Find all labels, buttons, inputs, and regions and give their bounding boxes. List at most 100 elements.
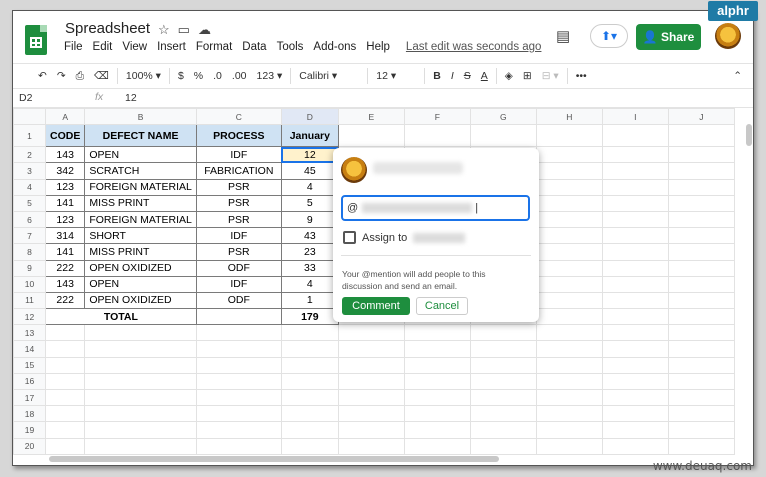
row-header[interactable]: 13 <box>13 324 46 342</box>
cell[interactable] <box>601 308 669 326</box>
cell-defect-name[interactable]: FOREIGN MATERIAL <box>84 210 197 229</box>
cell[interactable] <box>601 275 669 293</box>
cell-code[interactable]: 143 <box>44 146 86 164</box>
fill-color-icon[interactable]: ◈ <box>500 70 518 82</box>
cell[interactable] <box>195 388 282 407</box>
cell[interactable] <box>195 372 282 391</box>
cell-defect-name[interactable]: OPEN <box>84 275 197 293</box>
more-formats-select[interactable]: 123 ▾ <box>252 70 288 82</box>
cell[interactable] <box>84 437 197 455</box>
vertical-scrollbar[interactable] <box>746 124 752 146</box>
cell-defect-name[interactable]: MISS PRINT <box>84 243 197 261</box>
cell[interactable] <box>535 324 603 342</box>
cell[interactable] <box>667 162 735 180</box>
cell[interactable] <box>84 405 197 423</box>
cell[interactable] <box>535 405 603 423</box>
cloud-status-icon[interactable]: ☁ <box>198 22 211 38</box>
cell[interactable] <box>535 372 603 391</box>
menu-file[interactable]: File <box>64 41 83 53</box>
cell-code[interactable]: 123 <box>44 178 86 196</box>
more-options-icon[interactable]: ••• <box>571 70 592 82</box>
row-header[interactable]: 1 <box>13 124 46 148</box>
cell[interactable] <box>601 340 669 358</box>
cell-defect-name[interactable]: SCRATCH <box>84 162 197 180</box>
menu-data[interactable]: Data <box>242 41 266 53</box>
cell[interactable] <box>535 437 603 455</box>
cell[interactable] <box>403 421 471 439</box>
assign-option[interactable]: Assign to <box>343 231 466 244</box>
cell[interactable] <box>535 210 603 229</box>
collapse-toolbar-icon[interactable]: ⌃ <box>728 70 747 82</box>
cell[interactable] <box>195 437 282 455</box>
row-header[interactable]: 6 <box>13 210 46 229</box>
cell[interactable] <box>84 324 197 342</box>
cell-january[interactable]: 43 <box>280 227 339 245</box>
cell[interactable] <box>469 356 537 374</box>
cell[interactable] <box>667 275 735 293</box>
cell[interactable] <box>44 437 86 455</box>
redo-icon[interactable]: ↷ <box>52 70 71 82</box>
header-cell-code[interactable]: CODE <box>44 124 86 148</box>
cell-defect-name[interactable]: SHORT <box>84 227 197 245</box>
cell-process[interactable]: FABRICATION <box>195 162 282 180</box>
cell-process[interactable]: PSR <box>195 194 282 212</box>
undo-icon[interactable]: ↶ <box>33 70 52 82</box>
assign-checkbox[interactable] <box>343 231 356 244</box>
cell[interactable] <box>535 340 603 358</box>
italic-button[interactable]: I <box>446 70 459 82</box>
header-cell-defect-name[interactable]: DEFECT NAME <box>84 124 197 148</box>
cell[interactable] <box>667 259 735 277</box>
cell[interactable] <box>601 124 669 148</box>
cell-january[interactable]: 5 <box>280 194 339 212</box>
cell[interactable] <box>535 227 603 245</box>
cell[interactable] <box>280 356 339 374</box>
row-header[interactable]: 10 <box>13 275 46 293</box>
cell[interactable] <box>601 259 669 277</box>
cell[interactable] <box>601 421 669 439</box>
cell[interactable] <box>44 340 86 358</box>
cell[interactable] <box>535 291 603 310</box>
menu-help[interactable]: Help <box>366 41 390 53</box>
cell[interactable] <box>195 308 282 326</box>
print-icon[interactable]: ⎙ <box>71 70 89 83</box>
cell-process[interactable]: PSR <box>195 210 282 229</box>
total-value[interactable]: 179 <box>280 308 339 326</box>
cell[interactable] <box>403 356 471 374</box>
row-header[interactable]: 16 <box>13 372 46 391</box>
cell[interactable] <box>280 388 339 407</box>
cell-defect-name[interactable]: MISS PRINT <box>84 194 197 212</box>
cell[interactable] <box>601 291 669 310</box>
mention-input[interactable]: @ | <box>341 195 530 221</box>
cell[interactable] <box>195 421 282 439</box>
last-edit-link[interactable]: Last edit was seconds ago <box>406 41 542 53</box>
present-button[interactable]: ⬆▾ <box>590 24 628 48</box>
cell[interactable] <box>601 356 669 374</box>
column-header-a[interactable]: A <box>44 107 86 126</box>
cell[interactable] <box>469 372 537 391</box>
cell[interactable] <box>667 124 735 148</box>
menu-tools[interactable]: Tools <box>277 41 304 53</box>
cell[interactable] <box>535 388 603 407</box>
cell[interactable] <box>84 372 197 391</box>
cell[interactable] <box>337 437 405 455</box>
total-label[interactable]: TOTAL <box>45 308 197 326</box>
cell[interactable] <box>195 340 282 358</box>
cell[interactable] <box>403 437 471 455</box>
comment-button[interactable]: Comment <box>342 297 410 315</box>
cell[interactable] <box>601 146 669 164</box>
column-header-j[interactable]: J <box>667 107 735 126</box>
cell[interactable] <box>601 227 669 245</box>
cell[interactable] <box>469 437 537 455</box>
cell[interactable] <box>667 194 735 212</box>
cell[interactable] <box>667 340 735 358</box>
cell[interactable] <box>44 372 86 391</box>
cell[interactable] <box>44 421 86 439</box>
cell[interactable] <box>280 437 339 455</box>
text-color-button[interactable]: A <box>476 70 493 82</box>
document-title[interactable]: Spreadsheet <box>65 20 150 37</box>
sheets-logo-icon[interactable] <box>25 25 47 55</box>
cell-code[interactable]: 314 <box>44 227 86 245</box>
cell[interactable] <box>84 340 197 358</box>
menu-view[interactable]: View <box>122 41 147 53</box>
cell[interactable] <box>667 405 735 423</box>
